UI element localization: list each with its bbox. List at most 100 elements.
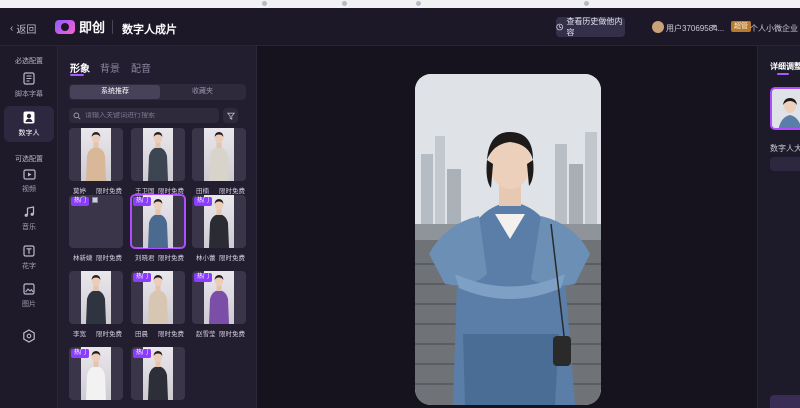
clock-icon: [556, 23, 563, 31]
avatar-person-image: [86, 132, 106, 181]
rail-item-label: 视频: [22, 185, 36, 193]
avatar-card-name: 田楠: [196, 188, 209, 195]
avatar-card-tag: 限时免费: [219, 188, 245, 195]
rail-item-label: 脚本字幕: [15, 90, 43, 98]
avatar[interactable]: [652, 21, 664, 33]
avatar-card-tag: 限时免费: [219, 331, 245, 338]
document-icon: [23, 71, 35, 85]
avatar-card-name: 李宽: [73, 331, 86, 338]
avatar-card[interactable]: 热门: [130, 194, 186, 249]
avatar-card[interactable]: 热门: [131, 271, 185, 324]
chevron-left-icon: ‹: [10, 23, 14, 34]
avatar-card[interactable]: [69, 128, 123, 181]
avatar-card[interactable]: [69, 271, 123, 324]
avatar-card-name: 王卫国: [135, 188, 155, 195]
avatar-card-name: 田晨: [135, 331, 148, 338]
header-divider: [112, 20, 113, 34]
page-title: 数字人成片: [122, 24, 177, 36]
avatar-photo: [81, 128, 111, 181]
avatar-person-image: [86, 275, 106, 324]
back-label: 返回: [16, 25, 37, 36]
tab-favicon-icon: [342, 1, 347, 6]
segment-system-recommend[interactable]: 系统推荐: [70, 85, 160, 99]
preview-stage: [257, 46, 757, 408]
browser-tab-strip: [0, 0, 800, 8]
logo-mark-icon: [55, 19, 75, 34]
avatar-card-tag: 限时免费: [158, 331, 184, 338]
rail-item-music[interactable]: 音乐: [4, 201, 54, 237]
video-icon: [22, 168, 36, 180]
hot-badge: 热门: [133, 273, 152, 282]
segment-favorites[interactable]: 收藏夹: [160, 85, 245, 99]
search-box: [69, 108, 219, 123]
avatar-card[interactable]: 热门: [192, 271, 246, 324]
rail-item-fancy-text[interactable]: 花字: [4, 240, 54, 276]
avatar-card[interactable]: [192, 128, 246, 181]
rail-item-label: 音乐: [22, 224, 36, 231]
rail-item-script-subtitles[interactable]: 脚本字幕: [4, 67, 54, 103]
chevron-down-icon[interactable]: ▾: [712, 22, 716, 31]
tab-voiceover[interactable]: 配音: [131, 60, 151, 75]
detail-adjust-title: 详细调整: [770, 62, 800, 71]
selected-avatar-thumbnail[interactable]: [770, 87, 800, 130]
active-tab-indicator: [70, 74, 84, 76]
avatar-card-name: 林新婕: [73, 255, 93, 262]
avatar-card[interactable]: [131, 128, 185, 181]
hot-badge: 热门: [71, 197, 90, 206]
back-button[interactable]: ‹ 返回: [10, 21, 36, 36]
hot-badge: 热门: [71, 349, 90, 358]
hot-badge: 热门: [133, 349, 152, 358]
digital-human-preview-image: [415, 74, 601, 405]
rail-item-video[interactable]: 视频: [4, 163, 54, 199]
avatar-card-tag: 限时免费: [219, 255, 245, 262]
music-icon: [24, 206, 35, 217]
tab-favicon-icon: [262, 1, 267, 6]
avatar-photo: [143, 128, 173, 181]
avatar-card[interactable]: 热门: [192, 195, 246, 248]
tab-favicon-icon: [584, 1, 589, 6]
org-name[interactable]: 个人小微企业: [750, 23, 798, 34]
settings-hex-icon: [23, 329, 35, 343]
avatar-size-slider[interactable]: [770, 157, 800, 171]
avatar-card-tag: 限时免费: [96, 331, 122, 338]
search-icon: [73, 111, 81, 120]
logo-text: 即创: [79, 20, 106, 35]
avatar-card[interactable]: 热门: [131, 347, 185, 400]
avatar-picker-panel: 形象 背景 配音 系统推荐 收藏夹 莫婷限时免费王卫国限时免费田楠限时免费热门林…: [58, 46, 257, 408]
top-bar: ‹ 返回 即创 数字人成片 查看历史做他内容 用户37069584... ▾ 超…: [0, 8, 800, 46]
rail-item-digital-human[interactable]: 数字人: [4, 106, 54, 142]
tab-background[interactable]: 背景: [100, 60, 120, 75]
avatar-card-name: 刘晓君: [135, 255, 155, 262]
tab-appearance[interactable]: 形象: [70, 60, 90, 75]
search-input[interactable]: [85, 112, 215, 119]
broken-image-icon: [92, 197, 98, 203]
avatar-card-tag: 限时免费: [96, 255, 122, 262]
source-segmented-control: 系统推荐 收藏夹: [69, 84, 246, 100]
history-content-button[interactable]: 查看历史做他内容: [556, 17, 625, 37]
hot-badge: 热门: [194, 197, 213, 206]
rail-item-label: 数字人: [18, 129, 40, 137]
vip-badge: 超管: [731, 21, 751, 32]
avatar-card-tag: 限时免费: [158, 255, 184, 262]
avatar-card-tag: 限时免费: [158, 188, 184, 195]
tab-favicon-icon: [416, 1, 421, 6]
app-logo[interactable]: 即创: [55, 17, 105, 36]
avatar-card-tag: 限时免费: [96, 188, 122, 195]
avatar-person-image: [209, 132, 229, 181]
left-nav-rail: 必选配置 脚本字幕 数字人 可选配置 视频 音乐 花字 图片: [0, 46, 58, 408]
avatar-photo: [81, 271, 111, 324]
avatar-card[interactable]: 热门: [69, 195, 123, 248]
rail-item-settings[interactable]: [4, 321, 54, 351]
image-icon: [23, 283, 35, 295]
generate-button[interactable]: [770, 395, 800, 408]
digital-human-preview[interactable]: [415, 74, 601, 405]
person-icon: [23, 111, 35, 123]
rail-item-image[interactable]: 图片: [4, 278, 54, 314]
filter-icon: [226, 112, 235, 120]
history-button-label: 查看历史做他内容: [566, 17, 623, 37]
avatar-card[interactable]: 热门: [69, 347, 123, 400]
filter-button[interactable]: [223, 108, 238, 123]
text-icon: [23, 245, 35, 257]
active-tab-indicator: [777, 73, 789, 75]
avatar-person-image: [148, 132, 168, 181]
